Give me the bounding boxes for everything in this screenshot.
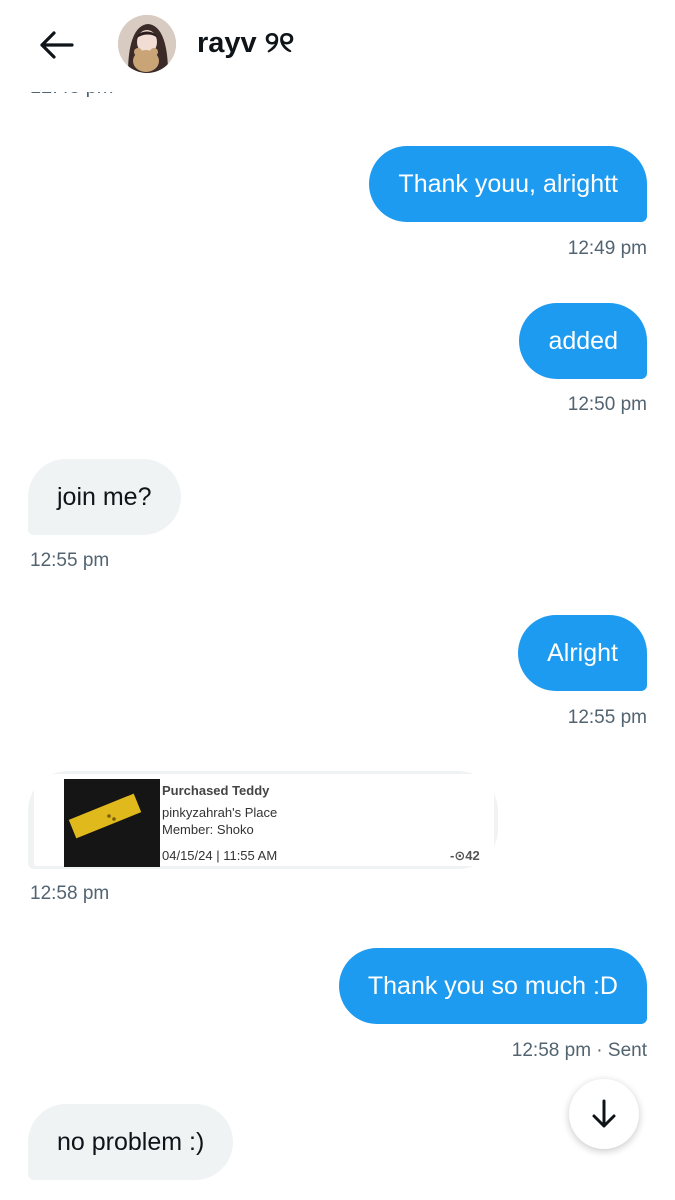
message-bubble-sent[interactable]: added [519,303,647,379]
item-thumbnail [64,779,160,867]
purchase-place: pinkyzahrah's Place [162,805,278,820]
purchase-screenshot: Purchased Teddy pinkyzahrah's Place Memb… [34,774,494,867]
purchase-amount: -⊙42 [450,848,480,863]
purchase-member: Member: Shoko [162,822,254,837]
contact-name[interactable]: rayv ୨୧ [197,27,294,60]
arrow-down-icon [592,1099,616,1128]
message-timestamp: 12:55 pm [567,707,647,728]
avatar-image [118,15,176,73]
arrow-left-icon [40,31,74,59]
message-timestamp: 12:55 pm [30,550,110,571]
avatar[interactable] [118,15,176,73]
message-timestamp: 12:50 pm [567,394,647,415]
purchase-date: 04/15/24 | 11:55 AM [162,848,278,863]
conversation-header: rayv ୨୧ [0,0,675,92]
message-bubble-sent[interactable]: Alright [518,615,647,691]
image-message[interactable]: Purchased Teddy pinkyzahrah's Place Memb… [28,771,498,869]
message-bubble-sent[interactable]: Thank youu, alrightt [369,146,647,222]
message-bubble-received[interactable]: join me? [28,459,181,535]
message-timestamp: 12:58 pm · Sent [511,1040,647,1061]
message-bubble-sent[interactable]: Thank you so much :D [338,948,647,1024]
item-image [64,779,160,867]
message-timestamp: 12:58 pm [30,883,110,904]
back-button[interactable] [36,28,76,62]
purchase-title: Purchased Teddy [162,783,270,798]
scroll-to-bottom-button[interactable] [569,1079,639,1149]
message-bubble-received[interactable]: no problem :) [28,1104,234,1180]
message-timestamp: 12:49 pm [567,238,647,259]
